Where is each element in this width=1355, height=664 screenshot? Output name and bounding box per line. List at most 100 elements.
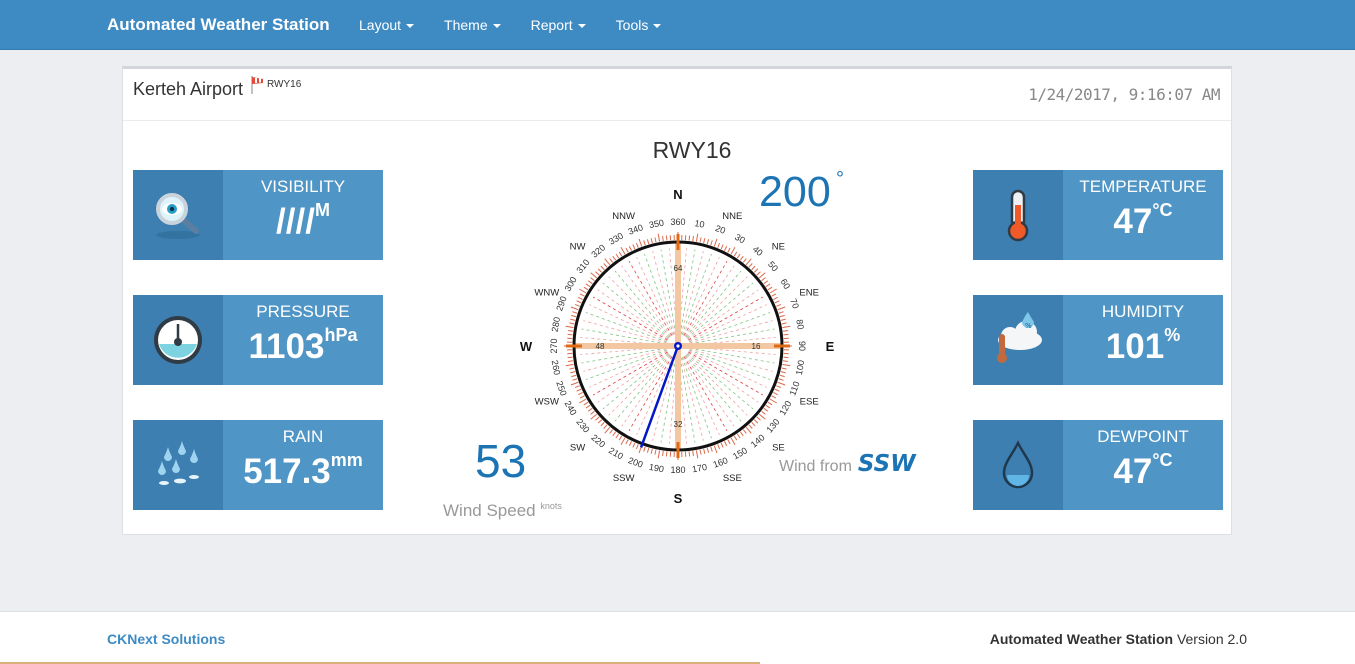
nav-tools-dropdown[interactable]: Tools xyxy=(616,17,662,33)
pressure-label: PRESSURE xyxy=(256,302,350,321)
compass-tick xyxy=(724,246,728,251)
compass-radial-line xyxy=(644,253,675,335)
humidity-tile[interactable]: % HUMIDITY 101% xyxy=(973,295,1223,385)
compass-tick xyxy=(583,286,589,291)
humidity-cloud-icon: % xyxy=(997,312,1042,363)
dewpoint-number: 47 xyxy=(1113,452,1153,491)
compass-tick xyxy=(782,363,791,367)
compass-tick xyxy=(570,371,576,374)
app-brand[interactable]: Automated Weather Station xyxy=(107,15,330,35)
compass-tick xyxy=(568,360,574,362)
nav-tools-label: Tools xyxy=(615,17,649,33)
compass-tick xyxy=(688,451,691,457)
compass-tick xyxy=(632,442,636,448)
compass-tick xyxy=(572,378,578,381)
degree-label: 200 xyxy=(627,455,645,470)
compass-tick xyxy=(612,255,617,261)
rain-tile[interactable]: RAIN 517.3mm xyxy=(133,420,383,510)
compass-tick xyxy=(703,448,706,454)
pressure-number: 1103 xyxy=(248,327,325,366)
compass-tick xyxy=(742,258,747,263)
compass-radial-line xyxy=(680,357,704,441)
compass-radial-line xyxy=(689,349,771,380)
compass-tick xyxy=(730,247,736,255)
compass-tick xyxy=(773,296,778,300)
intercardinal-label: SW xyxy=(570,442,585,453)
wind-from-label: Wind from SSW xyxy=(779,451,916,477)
nav-layout-dropdown[interactable]: Layout xyxy=(359,17,415,33)
thermometer-icon xyxy=(1007,189,1029,242)
pressure-tile[interactable]: PRESSURE 1103hPa xyxy=(133,295,383,385)
compass-tick xyxy=(576,300,582,304)
compass-radial-line xyxy=(684,355,735,427)
station-name: Kerteh Airport xyxy=(133,79,244,99)
wind-speed-value: 53 xyxy=(475,435,527,487)
compass-tick xyxy=(643,240,646,246)
compass-radial-line xyxy=(602,282,670,339)
compass-tick xyxy=(618,435,623,441)
compass-radial-line xyxy=(684,265,735,337)
inner-scale-label: 64 xyxy=(674,264,683,273)
degree-label: 60 xyxy=(779,277,793,291)
degree-label: 120 xyxy=(777,399,793,417)
degree-label: 110 xyxy=(787,380,801,397)
compass-tick xyxy=(578,392,583,396)
compass-tick xyxy=(761,277,766,282)
compass-tick xyxy=(650,448,653,454)
pressure-unit: hPa xyxy=(324,325,358,345)
footer-company-link[interactable]: CKNext Solutions xyxy=(107,631,225,647)
compass-tick xyxy=(736,253,741,259)
visibility-tile[interactable]: VISIBILITY ////M xyxy=(133,170,383,260)
wind-from-text: Wind from xyxy=(779,458,852,475)
compass-tick xyxy=(763,407,769,412)
humidity-number: 101 xyxy=(1105,327,1165,366)
compass-tick xyxy=(650,238,653,244)
compass-tick xyxy=(568,330,574,332)
rain-text: RAIN 517.3mm xyxy=(223,420,383,510)
compass-tick xyxy=(692,450,694,456)
temperature-tile[interactable]: TEMPERATURE 47°C xyxy=(973,170,1223,260)
compass-radial-line xyxy=(688,350,767,388)
compass-tick xyxy=(567,333,573,336)
compass-tick xyxy=(574,385,580,389)
compass-radial-line xyxy=(652,357,676,441)
compass-tick xyxy=(780,318,786,321)
temperature-icon-box xyxy=(973,170,1063,260)
nav-layout-label: Layout xyxy=(359,17,402,33)
compass-tick xyxy=(774,300,780,304)
compass-tick xyxy=(724,441,728,446)
compass-tick xyxy=(763,280,769,285)
compass-tick xyxy=(600,265,605,271)
compass-tick xyxy=(783,333,789,336)
dewpoint-tile[interactable]: DEWPOINT 47°C xyxy=(973,420,1223,510)
compass-tick xyxy=(727,439,731,445)
compass-radial-line xyxy=(685,270,742,338)
nav-report-dropdown[interactable]: Report xyxy=(531,17,586,33)
compass-tick xyxy=(587,280,593,285)
compass-tick xyxy=(620,247,626,255)
compass-tick xyxy=(769,398,777,404)
compass-tick xyxy=(635,242,639,248)
compass-tick xyxy=(665,451,668,457)
degree-label: 210 xyxy=(607,445,625,461)
degree-label: 330 xyxy=(607,231,625,247)
timestamp: 1/24/2017, 9:16:07 AM xyxy=(1028,85,1220,104)
compass-tick xyxy=(771,293,777,297)
dewpoint-icon-box xyxy=(973,420,1063,510)
compass-radial-line xyxy=(685,354,742,422)
compass-tick xyxy=(720,442,724,448)
wind-direction-needle xyxy=(639,345,680,448)
pressure-icon-box xyxy=(133,295,223,385)
compass-tick xyxy=(703,238,706,244)
degree-label: 160 xyxy=(712,455,730,470)
nav-theme-dropdown[interactable]: Theme xyxy=(444,17,501,33)
compass-tick xyxy=(597,419,603,424)
compass-tick xyxy=(585,283,591,288)
wind-speed-label: Wind Speed knots xyxy=(443,501,562,521)
temperature-text: TEMPERATURE 47°C xyxy=(1063,170,1223,260)
compass-radial-line xyxy=(608,276,670,338)
compass-tick xyxy=(597,268,603,273)
compass-tick xyxy=(778,311,784,314)
degree-label: 10 xyxy=(694,218,706,230)
compass-tick xyxy=(579,288,587,294)
